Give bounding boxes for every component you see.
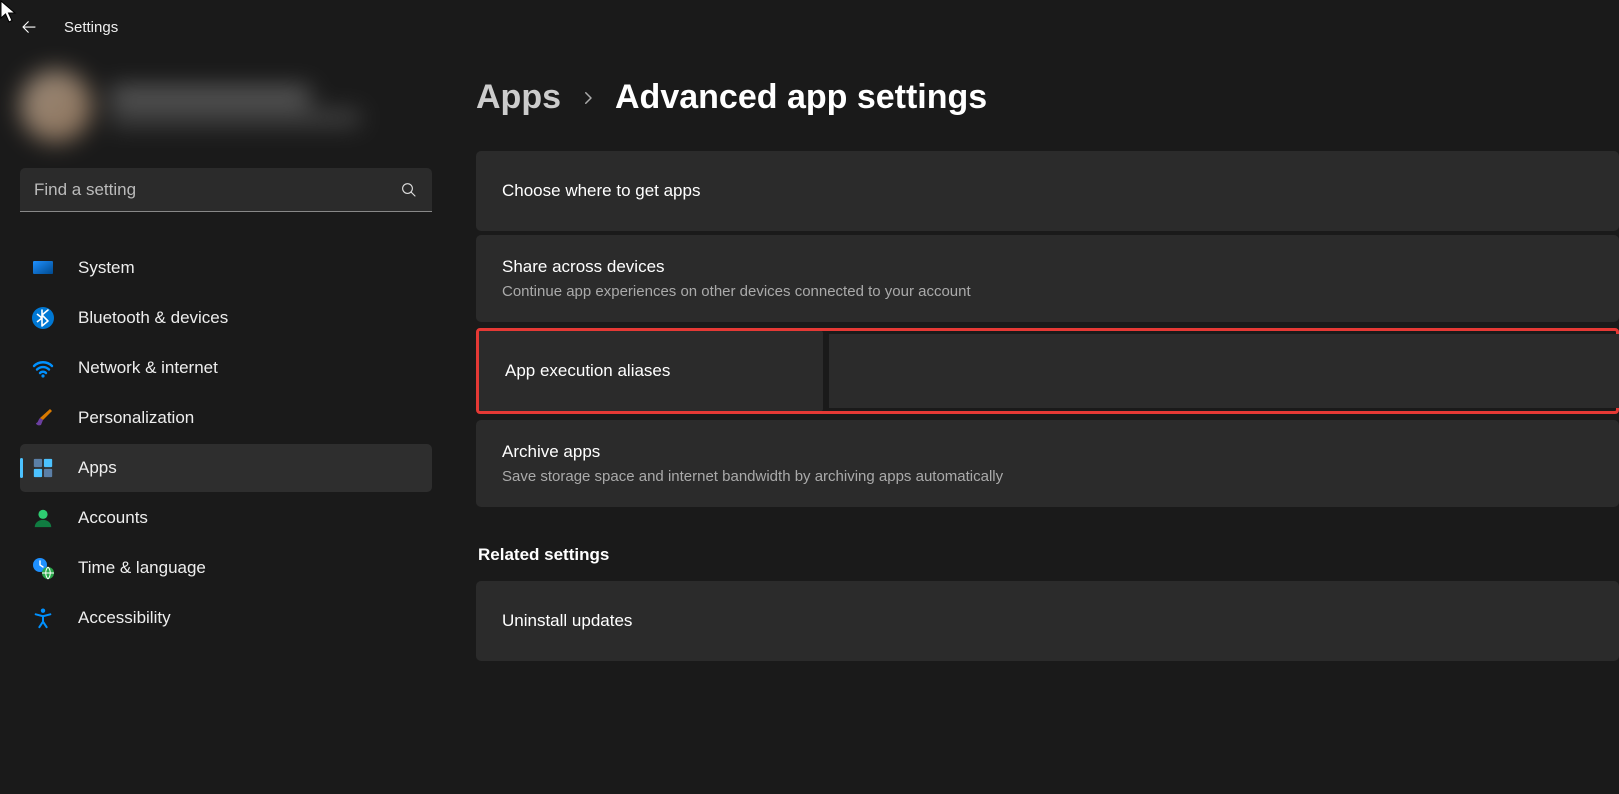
sidebar-item-label: Personalization [78,408,194,428]
clock-globe-icon [30,555,56,581]
card-row-extension[interactable] [829,334,1619,408]
mouse-cursor-icon [0,0,18,24]
app-title: Settings [64,19,118,36]
sidebar-item-accounts[interactable]: Accounts [20,494,432,542]
search-box[interactable] [20,168,432,212]
apps-icon [30,455,56,481]
card-subtitle: Continue app experiences on other device… [502,283,1593,300]
card-title: Choose where to get apps [502,181,1593,201]
sidebar-item-label: Apps [78,458,117,478]
card-subtitle: Save storage space and internet bandwidt… [502,468,1593,485]
search-icon [400,181,418,199]
breadcrumb-parent[interactable]: Apps [476,78,561,117]
card-title: App execution aliases [505,361,797,381]
highlight-box: App execution aliases [476,328,1619,414]
avatar [20,70,92,142]
card-choose-where[interactable]: Choose where to get apps [476,151,1619,231]
page-title: Advanced app settings [615,78,987,117]
sidebar-item-label: Network & internet [78,358,218,378]
card-share-devices[interactable]: Share across devices Continue app experi… [476,235,1619,322]
sidebar-item-system[interactable]: System [20,244,432,292]
monitor-icon [30,255,56,281]
sidebar-item-label: Accounts [78,508,148,528]
accessibility-icon [30,605,56,631]
sidebar-item-time-language[interactable]: Time & language [20,544,432,592]
sidebar-nav: System Bluetooth & devices Network & int… [20,244,432,642]
card-app-execution-aliases[interactable]: App execution aliases [479,331,823,411]
brush-icon [30,405,56,431]
sidebar-item-label: System [78,258,135,278]
user-profile[interactable] [20,70,432,142]
sidebar-item-label: Time & language [78,558,206,578]
settings-cards: Choose where to get apps Share across de… [476,151,1619,507]
main-content: Apps Advanced app settings Choose where … [452,54,1619,794]
related-cards: Uninstall updates [476,581,1619,661]
sidebar-item-bluetooth[interactable]: Bluetooth & devices [20,294,432,342]
arrow-left-icon [20,18,38,36]
sidebar-item-label: Bluetooth & devices [78,308,228,328]
bluetooth-icon [30,305,56,331]
sidebar-item-personalization[interactable]: Personalization [20,394,432,442]
card-uninstall-updates[interactable]: Uninstall updates [476,581,1619,661]
breadcrumb: Apps Advanced app settings [476,78,1619,117]
card-title: Share across devices [502,257,1593,277]
search-input[interactable] [20,168,432,212]
title-bar: Settings [0,0,1619,54]
card-archive-apps[interactable]: Archive apps Save storage space and inte… [476,420,1619,507]
sidebar-item-network[interactable]: Network & internet [20,344,432,392]
related-settings-label: Related settings [478,545,1619,565]
wifi-icon [30,355,56,381]
person-icon [30,505,56,531]
back-button[interactable] [20,18,38,36]
card-title: Uninstall updates [502,611,1593,631]
profile-text [110,87,360,125]
card-title: Archive apps [502,442,1593,462]
sidebar-item-label: Accessibility [78,608,171,628]
sidebar-item-accessibility[interactable]: Accessibility [20,594,432,642]
sidebar-item-apps[interactable]: Apps [20,444,432,492]
sidebar: System Bluetooth & devices Network & int… [0,54,452,794]
chevron-right-icon [579,89,597,107]
